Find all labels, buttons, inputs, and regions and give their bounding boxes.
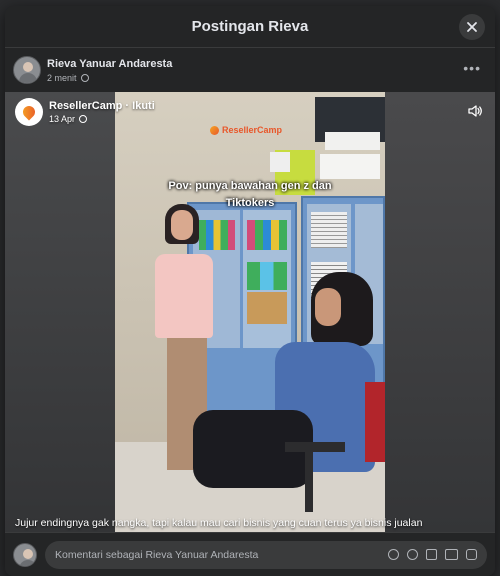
video-box	[320, 154, 380, 179]
video-person-face	[171, 210, 193, 240]
video-chair-post	[305, 452, 313, 512]
reseller-logo-icon	[210, 125, 219, 135]
video-person-face	[315, 288, 341, 326]
modal-header: Postingan Rieva	[5, 6, 495, 48]
video-white-box	[270, 152, 290, 172]
video-chair-arm	[285, 442, 345, 452]
emoji-icon[interactable]	[407, 549, 418, 560]
video-chair-back	[365, 382, 385, 462]
video-logo: ResellerCamp	[210, 125, 282, 135]
modal-title: Postingan Rieva	[191, 18, 309, 35]
video-papers	[311, 212, 347, 248]
video-frame: ResellerCamp Pov: punya bawahan gen z da…	[115, 92, 385, 532]
post-time-text[interactable]: 2 menit	[47, 73, 77, 83]
video-box	[325, 132, 380, 150]
shared-page-header: ResellerCamp · Ikuti 13 Apr	[15, 98, 155, 126]
more-options-button[interactable]: •••	[463, 61, 481, 75]
video-binders	[247, 220, 287, 250]
video-logo-text: ResellerCamp	[222, 125, 283, 135]
shared-date-text[interactable]: 13 Apr	[49, 114, 75, 124]
comment-input[interactable]: Komentari sebagai Rieva Yanuar Andaresta	[45, 540, 487, 569]
shared-video[interactable]: ResellerCamp Pov: punya bawahan gen z da…	[5, 92, 495, 532]
reseller-logo-icon	[20, 103, 38, 121]
sticker-icon[interactable]	[466, 549, 477, 560]
video-binders	[199, 220, 235, 250]
commenter-avatar[interactable]	[13, 542, 37, 567]
post-meta: Rieva Yanuar Andaresta 2 menit	[47, 58, 172, 83]
shared-page-name[interactable]: ResellerCamp · Ikuti	[49, 100, 155, 112]
video-overlay-line1: Pov: punya bawahan gen z dan	[168, 180, 332, 192]
video-binders	[247, 262, 287, 290]
reseller-avatar[interactable]	[15, 98, 43, 126]
video-person-shirt	[155, 254, 213, 338]
post-modal: Postingan Rieva Rieva Yanuar Andaresta 2…	[5, 6, 495, 576]
globe-icon	[80, 73, 89, 82]
gif-icon[interactable]	[445, 549, 458, 560]
sound-button[interactable]	[467, 104, 483, 123]
close-icon	[467, 22, 477, 32]
comment-bar: Komentari sebagai Rieva Yanuar Andaresta	[5, 532, 495, 576]
post-time: 2 menit	[47, 73, 172, 83]
author-avatar[interactable]	[13, 56, 41, 84]
video-blur-left	[5, 92, 115, 532]
comment-placeholder: Komentari sebagai Rieva Yanuar Andaresta	[55, 548, 259, 561]
post-caption: Jujur endingnya gak nangka, tapi kalau m…	[15, 517, 423, 529]
author-name[interactable]: Rieva Yanuar Andaresta	[47, 58, 172, 70]
shared-date: 13 Apr	[49, 114, 155, 124]
close-button[interactable]	[459, 14, 485, 40]
video-blur-right	[385, 92, 495, 532]
shared-page-meta: ResellerCamp · Ikuti 13 Apr	[43, 100, 155, 124]
sound-icon	[468, 105, 482, 117]
globe-icon	[79, 115, 88, 123]
video-cardboard-box	[247, 292, 287, 324]
camera-icon[interactable]	[426, 549, 437, 560]
avatar-sticker-icon[interactable]	[388, 549, 399, 560]
video-overlay-line2: Tiktokers	[225, 197, 275, 209]
comment-tools	[388, 549, 477, 560]
post-header: Rieva Yanuar Andaresta 2 menit •••	[5, 48, 495, 92]
